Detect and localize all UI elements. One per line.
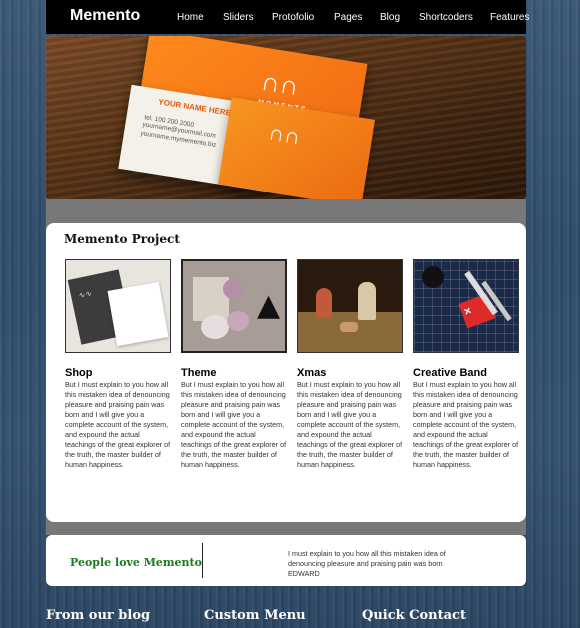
nav-item-features[interactable]: Features	[490, 12, 529, 23]
top-nav: Memento Home Sliders Protofolio Pages Bl…	[46, 0, 529, 34]
project-item-creative-band: × Creative Band But I must explain to yo…	[413, 259, 519, 470]
item-description: But I must explain to you how all this m…	[297, 380, 403, 469]
item-description: But I must explain to you how all this m…	[65, 380, 171, 469]
hero-slider[interactable]: ∩∩ MOMENTS ∩∩ YOUR NAME HERE tel. 100 20…	[46, 36, 526, 199]
quote-author: EDWARD	[288, 569, 320, 578]
quote-text: I must explain to you how all this mista…	[288, 549, 446, 568]
project-panel: Memento Project ∿∿ Shop But I must expla…	[46, 223, 526, 522]
m-logo-icon: ∩∩	[266, 119, 303, 150]
footer-contact-heading: Quick Contact	[362, 608, 466, 623]
testimonial-quote: I must explain to you how all this mista…	[288, 549, 468, 579]
footer-blog-heading: From our blog	[46, 608, 151, 623]
item-title[interactable]: Shop	[65, 367, 171, 379]
project-item-shop: ∿∿ Shop But I must explain to you how al…	[65, 259, 171, 470]
project-title: Memento Project	[64, 232, 180, 246]
page-frame: Memento Home Sliders Protofolio Pages Bl…	[46, 0, 529, 628]
item-title[interactable]: Creative Band	[413, 367, 519, 379]
nav-item-blog[interactable]: Blog	[380, 12, 400, 23]
theme-thumbnail[interactable]: ▲	[181, 259, 287, 353]
project-item-theme: ▲ Theme But I must explain to you how al…	[181, 259, 287, 470]
testimonial-title: People love Memento	[70, 556, 202, 569]
footer-menu-heading: Custom Menu	[204, 608, 306, 623]
nav-item-protofolio[interactable]: Protofolio	[272, 12, 314, 23]
m-logo-icon: ∩∩	[259, 65, 302, 102]
nav-item-shortcoders[interactable]: Shortcoders	[419, 12, 473, 23]
xmas-thumbnail[interactable]	[297, 259, 403, 353]
testimonial-panel: People love Memento I must explain to yo…	[46, 535, 526, 586]
shop-thumbnail[interactable]: ∿∿	[65, 259, 171, 353]
item-title[interactable]: Xmas	[297, 367, 403, 379]
item-description: But I must explain to you how all this m…	[181, 380, 287, 469]
nav-item-home[interactable]: Home	[177, 12, 204, 23]
site-logo[interactable]: Memento	[70, 7, 140, 25]
item-description: But I must explain to you how all this m…	[413, 380, 519, 469]
nav-item-sliders[interactable]: Sliders	[223, 12, 254, 23]
nav-item-pages[interactable]: Pages	[334, 12, 362, 23]
item-title[interactable]: Theme	[181, 367, 287, 379]
creative-band-thumbnail[interactable]: ×	[413, 259, 519, 353]
divider	[202, 543, 203, 578]
project-item-xmas: Xmas But I must explain to you how all t…	[297, 259, 403, 470]
